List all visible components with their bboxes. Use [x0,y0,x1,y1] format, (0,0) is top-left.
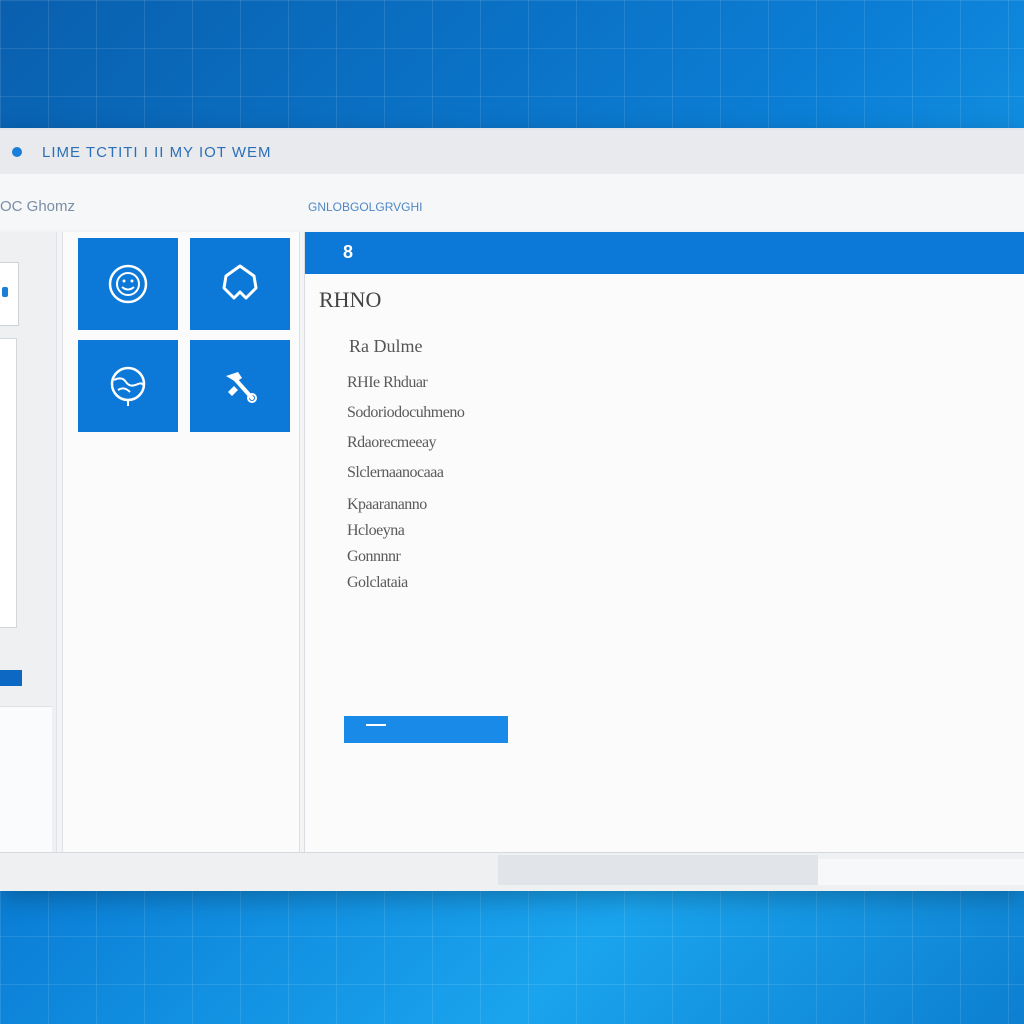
main-content: 8 RHNO Ra Dulme RHIe Rhduar Sodoriodocuh… [304,232,1024,852]
left-panel-indicator-icon [2,287,8,297]
left-panel-lower-area [0,706,52,853]
list-item[interactable]: Golclataia [347,574,408,592]
tile-globe[interactable] [78,340,178,432]
tile-tools[interactable] [190,340,290,432]
desktop-grid-bottom [0,888,1024,1024]
list-item[interactable]: Hcloeyna [347,522,405,540]
left-panel-card[interactable] [0,338,17,628]
app-status-dot-icon [12,147,22,157]
list-item[interactable]: Rdaorecmeeay [347,434,437,452]
section-title: Ra Dulme [349,336,423,356]
toolbar-left-label[interactable]: OC Ghomz [0,198,75,215]
left-panel [0,232,57,853]
list-item[interactable]: Slclernaanocaaa [347,464,444,482]
tile-shield[interactable] [190,238,290,330]
main-header-label: 8 [343,242,354,262]
horizontal-scrollbar[interactable] [498,855,818,885]
tile-smiley[interactable] [78,238,178,330]
smiley-icon [108,264,148,304]
list-item[interactable]: Sodoriodocuhmeno [347,404,465,422]
list-item[interactable]: Kpaarananno [347,496,427,514]
status-bar-right-area [818,859,1024,885]
desktop-grid-top [0,0,1024,128]
globe-icon [110,366,146,406]
status-bar [0,852,1024,891]
tools-icon [226,372,257,403]
toolbar-right-label[interactable]: GNLOBGOLGRVGHI [308,200,422,214]
app-window: LIME TCTITI I II MY IOT WEM OC Ghomz GNL… [0,128,1024,891]
primary-action-button[interactable] [344,716,508,743]
left-panel-action-button[interactable] [0,670,22,686]
tile-panel [62,232,300,852]
toolbar: OC Ghomz GNLOBGOLGRVGHI [0,174,1024,230]
main-header-bar: 8 [305,232,1024,274]
title-bar[interactable]: LIME TCTITI I II MY IOT WEM [0,130,1024,175]
button-dash-icon [366,724,386,726]
list-item[interactable]: Gonnnnr [347,548,401,566]
window-title: LIME TCTITI I II MY IOT WEM [42,143,272,161]
left-panel-button[interactable] [0,262,19,326]
shield-icon [222,264,258,300]
list-item[interactable]: RHIe Rhduar [347,374,428,392]
main-title: RHNO [319,287,382,312]
